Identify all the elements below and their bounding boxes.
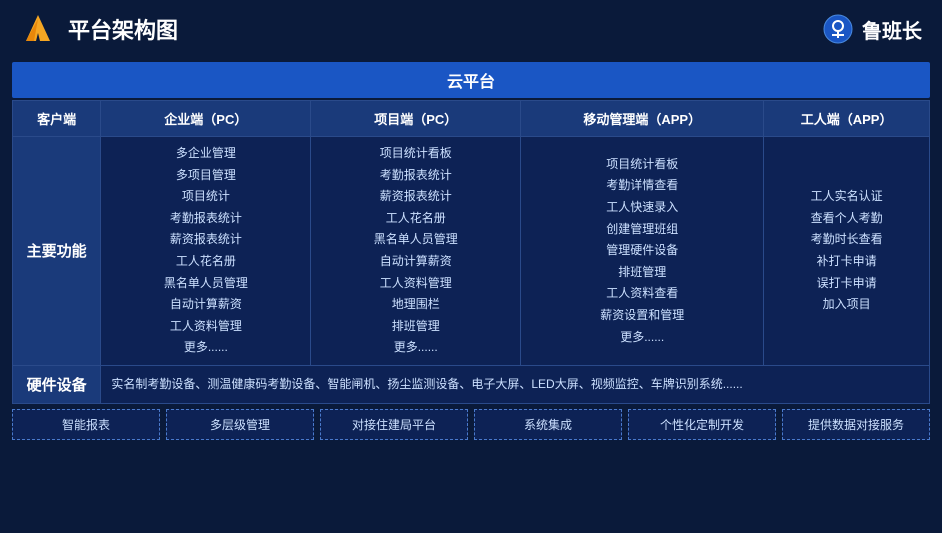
- brand-section: 鲁班长: [822, 13, 922, 45]
- main-function-label: 主要功能: [13, 137, 101, 366]
- arch-table: 客户端 企业端（PC） 项目端（PC） 移动管理端（APP） 工人端（APP）: [12, 100, 930, 404]
- main-content: 云平台 客户端 企业端（PC） 项目端（PC） 移: [0, 58, 942, 446]
- bottom-features: 智能报表多层级管理对接住建局平台系统集成个性化定制开发提供数据对接服务: [12, 409, 930, 440]
- col-enterprise: 企业端（PC）: [101, 101, 311, 137]
- logo-icon: [20, 11, 56, 47]
- page-header: 平台架构图 鲁班长: [0, 0, 942, 58]
- brand-icon: [822, 13, 854, 45]
- col-mobile: 移动管理端（APP）: [521, 101, 764, 137]
- bottom-item-1: 多层级管理: [166, 409, 314, 440]
- col-worker: 工人端（APP）: [764, 101, 930, 137]
- page-title: 平台架构图: [68, 13, 178, 45]
- worker-features: 工人实名认证查看个人考勤考勤时长查看补打卡申请误打卡申请加入项目: [764, 137, 930, 366]
- cloud-banner: 云平台: [12, 62, 930, 98]
- hardware-label: 硬件设备: [13, 365, 101, 403]
- bottom-item-5: 提供数据对接服务: [782, 409, 930, 440]
- brand-name: 鲁班长: [862, 15, 922, 44]
- mobile-features: 项目统计看板考勤详情查看工人快速录入创建管理班组管理硬件设备排班管理工人资料查看…: [521, 137, 764, 366]
- col-project: 项目端（PC）: [311, 101, 521, 137]
- header-left: 平台架构图: [20, 11, 178, 47]
- bottom-item-0: 智能报表: [12, 409, 160, 440]
- col-client: 客户端: [13, 101, 101, 137]
- hardware-desc: 实名制考勤设备、测温健康码考勤设备、智能闸机、扬尘监测设备、电子大屏、LED大屏…: [101, 365, 930, 403]
- enterprise-features: 多企业管理多项目管理项目统计考勤报表统计薪资报表统计工人花名册黑名单人员管理自动…: [101, 137, 311, 366]
- project-features: 项目统计看板考勤报表统计薪资报表统计工人花名册黑名单人员管理自动计算薪资工人资料…: [311, 137, 521, 366]
- bottom-item-2: 对接住建局平台: [320, 409, 468, 440]
- bottom-item-4: 个性化定制开发: [628, 409, 776, 440]
- bottom-item-3: 系统集成: [474, 409, 622, 440]
